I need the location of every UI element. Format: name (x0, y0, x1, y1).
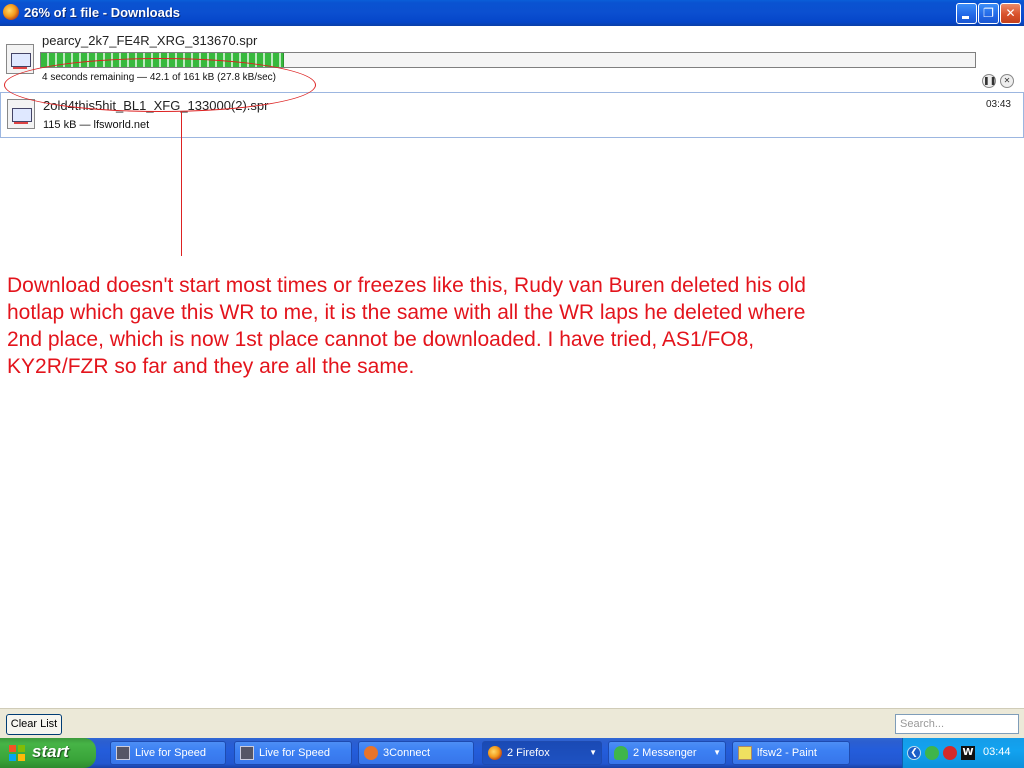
annotation-line: 2nd place, which is now 1st place cannot… (7, 328, 755, 351)
winamp-icon[interactable]: W (961, 746, 975, 760)
lfs-icon (240, 746, 254, 760)
pause-button[interactable]: ❚❚ (982, 74, 996, 88)
windows-logo-icon (9, 745, 26, 762)
restore-icon: ❐ (983, 6, 994, 20)
spr-file-icon (7, 99, 35, 129)
firefox-icon (488, 746, 502, 760)
3connect-icon (364, 746, 378, 760)
taskbar-item-live-for-speed[interactable]: Live for Speed (110, 741, 226, 765)
clear-list-button[interactable]: Clear List (6, 714, 62, 735)
taskbar: start Live for Speed Live for Speed 3Con… (0, 738, 1024, 768)
pause-icon: ❚❚ (983, 76, 997, 85)
minimize-icon (962, 16, 969, 19)
taskbar-item-3connect[interactable]: 3Connect (358, 741, 474, 765)
taskbar-item-paint[interactable]: lfsw2 - Paint (732, 741, 850, 765)
antivirus-icon[interactable] (943, 746, 957, 760)
start-button[interactable]: start (0, 738, 96, 768)
restore-button[interactable]: ❐ (978, 3, 999, 24)
start-label: start (32, 742, 69, 761)
taskbar-item-firefox[interactable]: 2 Firefox ▼ (482, 741, 602, 765)
taskbar-item-label: 2 Firefox (507, 747, 550, 759)
firefox-icon (3, 4, 19, 20)
close-icon: ✕ (1005, 6, 1016, 20)
taskbar-item-label: Live for Speed (135, 747, 206, 759)
taskbar-item-label: Live for Speed (259, 747, 330, 759)
annotation-text: Download doesn't start most times or fre… (7, 272, 947, 380)
close-button[interactable]: ✕ (1000, 3, 1021, 24)
window-title-bar[interactable]: 26% of 1 file - Downloads ❐ ✕ (0, 0, 1024, 26)
taskbar-item-label: 3Connect (383, 747, 431, 759)
download-time: 03:43 (985, 99, 1011, 110)
taskbar-item-live-for-speed[interactable]: Live for Speed (234, 741, 352, 765)
lfs-icon (116, 746, 130, 760)
show-hidden-icons-icon[interactable]: ❮ (907, 746, 921, 760)
cancel-download-button[interactable]: ✕ (1000, 74, 1014, 88)
window-title: 26% of 1 file - Downloads (24, 5, 181, 20)
system-tray: ❮ W 03:44 (902, 738, 1024, 768)
group-arrow-icon: ▼ (589, 748, 597, 757)
annotation-pointer-line (181, 112, 182, 256)
download-filename: pearcy_2k7_FE4R_XRG_313670.spr (42, 33, 258, 48)
download-list: pearcy_2k7_FE4R_XRG_313670.spr 4 seconds… (0, 26, 1024, 708)
annotation-line: KY2R/FZR so far and they are all the sam… (7, 355, 415, 378)
annotation-line: hotlap which gave this WR to me, it is t… (7, 301, 806, 324)
group-arrow-icon: ▼ (713, 748, 721, 757)
search-input[interactable] (895, 714, 1019, 734)
annotation-ellipse (4, 58, 316, 112)
download-status: 115 kB — lfsworld.net (43, 119, 150, 131)
taskbar-item-messenger[interactable]: 2 Messenger ▼ (608, 741, 726, 765)
annotation-line: Download doesn't start most times or fre… (7, 274, 806, 297)
minimize-button[interactable] (956, 3, 977, 24)
taskbar-item-label: lfsw2 - Paint (757, 747, 817, 759)
messenger-icon[interactable] (925, 746, 939, 760)
cancel-icon: ✕ (1003, 76, 1011, 85)
downloads-footer: Clear List (0, 708, 1024, 738)
messenger-icon (614, 746, 628, 760)
paint-icon (738, 746, 752, 760)
clock: 03:44 (983, 746, 1011, 758)
taskbar-item-label: 2 Messenger (633, 747, 697, 759)
